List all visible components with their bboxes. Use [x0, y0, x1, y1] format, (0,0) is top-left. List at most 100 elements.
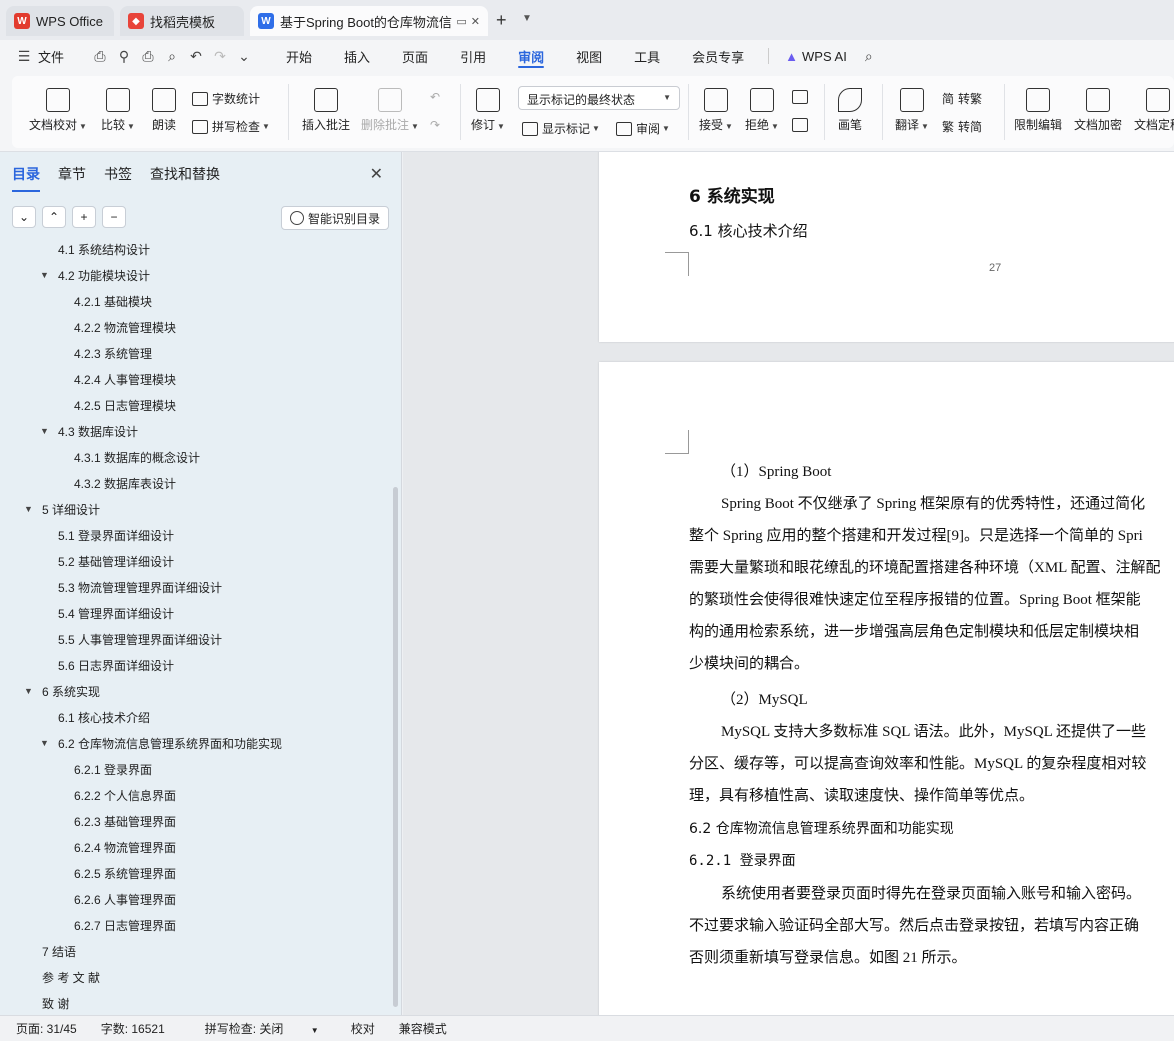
expand-arrow-icon[interactable]: ▼ — [40, 738, 52, 748]
chevron-down-icon[interactable]: ▼ — [522, 13, 532, 24]
proof-indicator[interactable]: 校对 — [351, 1020, 375, 1037]
menu-review[interactable]: 审阅 — [508, 40, 554, 72]
toc-item[interactable]: 6.2.7 日志管理界面 — [56, 912, 176, 938]
tab-toc[interactable]: 目录 — [12, 164, 40, 192]
accept-button[interactable]: 接受 ▼ — [698, 88, 734, 133]
insert-comment-button[interactable]: 插入批注 — [300, 88, 352, 133]
translate-button[interactable]: 翻译 ▼ — [892, 88, 932, 133]
collapse-down-icon[interactable]: ⌄ — [12, 206, 36, 228]
smart-toc-button[interactable]: 智能识别目录 — [280, 206, 389, 230]
reject-button[interactable]: 拒绝 ▼ — [744, 88, 780, 133]
toc-item[interactable]: ▼ 6 系统实现 — [24, 678, 100, 704]
markup-state-select[interactable]: 显示标记的最终状态 ▼ — [518, 86, 680, 110]
new-tab-plus-icon[interactable]: + — [496, 10, 507, 31]
toc-item[interactable]: 致 谢 — [24, 990, 69, 1011]
toc-item[interactable]: ▼ 4.2 功能模块设计 — [40, 262, 150, 288]
toc-item[interactable]: 4.2.4 人事管理模块 — [56, 366, 176, 392]
toc-item[interactable]: 4.3.1 数据库的概念设计 — [56, 444, 200, 470]
toc-item[interactable]: ▼ 5 详细设计 — [24, 496, 100, 522]
toc-item[interactable]: 5.4 管理界面详细设计 — [40, 600, 174, 626]
menu-references[interactable]: 引用 — [450, 40, 496, 72]
expand-arrow-icon[interactable]: ▼ — [40, 426, 52, 436]
tab-find-replace[interactable]: 查找和替换 — [150, 164, 220, 192]
close-icon[interactable]: ✕ — [370, 164, 383, 184]
toc-item[interactable]: ▼ 4.3 数据库设计 — [40, 418, 138, 444]
tab-bookmarks[interactable]: 书签 — [104, 164, 132, 192]
chevron-down-icon[interactable]: ⌄ — [232, 44, 256, 68]
spell-check-button[interactable]: 拼写检查 ▼ — [192, 118, 270, 135]
next-comment-icon[interactable]: ↷ — [430, 118, 440, 132]
save-icon[interactable]: ⎙ — [88, 44, 112, 68]
undo-icon[interactable]: ↶ — [184, 44, 208, 68]
toc-item[interactable]: 4.2.5 日志管理模块 — [56, 392, 176, 418]
toc-item[interactable]: 6.2.1 登录界面 — [56, 756, 152, 782]
close-tab-icon[interactable]: ✕ — [471, 15, 480, 28]
toc-item[interactable]: 7 结语 — [24, 938, 76, 964]
menu-insert[interactable]: 插入 — [334, 40, 380, 72]
prev-change-icon[interactable] — [792, 90, 812, 104]
track-changes-button[interactable]: 修订 ▼ — [470, 88, 506, 133]
read-aloud-button[interactable]: 朗读 — [148, 88, 180, 133]
encrypt-button[interactable]: 文档加密 — [1072, 88, 1124, 133]
toc-item[interactable]: 6.2.3 基础管理界面 — [56, 808, 176, 834]
restrict-edit-button[interactable]: 限制编辑 — [1012, 88, 1064, 133]
to-traditional-button[interactable]: 简 转繁 — [942, 90, 982, 107]
next-change-icon[interactable] — [792, 118, 812, 132]
toc-item[interactable]: 4.2.1 基础模块 — [56, 288, 152, 314]
toc-item[interactable]: 5.3 物流管理管理界面详细设计 — [40, 574, 222, 600]
expand-arrow-icon[interactable]: ▼ — [24, 504, 36, 514]
toc-item[interactable]: 5.2 基础管理详细设计 — [40, 548, 174, 574]
menu-tools[interactable]: 工具 — [624, 40, 670, 72]
menu-page[interactable]: 页面 — [392, 40, 438, 72]
toc-item[interactable]: ▼ 6.2 仓库物流信息管理系统界面和功能实现 — [40, 730, 282, 756]
print-icon[interactable]: ⎙ — [136, 44, 160, 68]
menu-home[interactable]: 开始 — [276, 40, 322, 72]
prev-comment-icon[interactable]: ↶ — [430, 90, 440, 104]
toc-item[interactable]: 6.2.4 物流管理界面 — [56, 834, 176, 860]
tab-docer-templates[interactable]: ◆ 找稻壳模板 — [120, 6, 244, 36]
toc-item[interactable]: 6.2.5 系统管理界面 — [56, 860, 176, 886]
toc-item[interactable]: 4.2.2 物流管理模块 — [56, 314, 176, 340]
review-pane-button[interactable]: 审阅 ▼ — [616, 120, 670, 137]
finalize-button[interactable]: 文档定稿 — [1132, 88, 1174, 133]
toc-item[interactable]: 5.5 人事管理管理界面详细设计 — [40, 626, 222, 652]
menu-wps-ai[interactable]: ▲ WPS AI — [775, 40, 857, 72]
spell-check-indicator[interactable]: 拼写检查: 关闭 ▼ — [189, 1020, 327, 1037]
share-icon[interactable]: ⚲ — [112, 44, 136, 68]
screen-icon[interactable]: ▭ — [456, 15, 466, 28]
doc-check-button[interactable]: 文档校对 ▼ — [28, 88, 88, 133]
expand-arrow-icon[interactable]: ▼ — [24, 686, 36, 696]
menu-file[interactable]: 文件 — [36, 40, 74, 72]
print-preview-icon[interactable]: ⌕ — [160, 44, 184, 68]
toc-item[interactable]: 参 考 文 献 — [24, 964, 100, 990]
toc-item[interactable]: 6.2.2 个人信息界面 — [56, 782, 176, 808]
add-level-icon[interactable]: + — [72, 206, 96, 228]
toc-item[interactable]: 6.1 核心技术介绍 — [40, 704, 150, 730]
to-simplified-button[interactable]: 繁 转简 — [942, 118, 982, 135]
toc-scrollbar[interactable] — [393, 487, 398, 1007]
word-count-indicator[interactable]: 字数: 16521 — [101, 1020, 165, 1037]
tab-chapters[interactable]: 章节 — [58, 164, 86, 192]
collapse-up-icon[interactable]: ⌃ — [42, 206, 66, 228]
remove-level-icon[interactable]: − — [102, 206, 126, 228]
delete-comment-button[interactable]: 删除批注 ▼ — [360, 88, 420, 133]
toc-item[interactable]: 4.1 系统结构设计 — [40, 240, 150, 262]
menu-member[interactable]: 会员专享 — [682, 40, 754, 72]
toc-item[interactable]: 6.2.6 人事管理界面 — [56, 886, 176, 912]
menu-view[interactable]: 视图 — [566, 40, 612, 72]
pen-button[interactable]: 画笔 — [834, 88, 866, 133]
hamburger-menu-icon[interactable]: ☰ — [12, 44, 36, 68]
expand-arrow-icon[interactable]: ▼ — [40, 270, 52, 280]
redo-icon[interactable]: ↷ — [208, 44, 232, 68]
page-indicator[interactable]: 页面: 31/45 — [16, 1020, 77, 1037]
toc-item[interactable]: 4.3.2 数据库表设计 — [56, 470, 176, 496]
toc-item[interactable]: 5.1 登录界面详细设计 — [40, 522, 174, 548]
tab-wps-office[interactable]: W WPS Office — [6, 6, 114, 36]
compare-button[interactable]: 比较 ▼ — [96, 88, 140, 133]
show-markup-button[interactable]: 显示标记 ▼ — [522, 120, 600, 137]
tab-document[interactable]: W 基于Spring Boot的仓库物流信息管理系统 ▭ ✕ — [250, 6, 488, 36]
search-icon[interactable]: ⌕ — [857, 44, 881, 68]
word-count-button[interactable]: 字数统计 — [192, 90, 260, 107]
toc-item[interactable]: 4.2.3 系统管理 — [56, 340, 152, 366]
toc-item[interactable]: 5.6 日志界面详细设计 — [40, 652, 174, 678]
